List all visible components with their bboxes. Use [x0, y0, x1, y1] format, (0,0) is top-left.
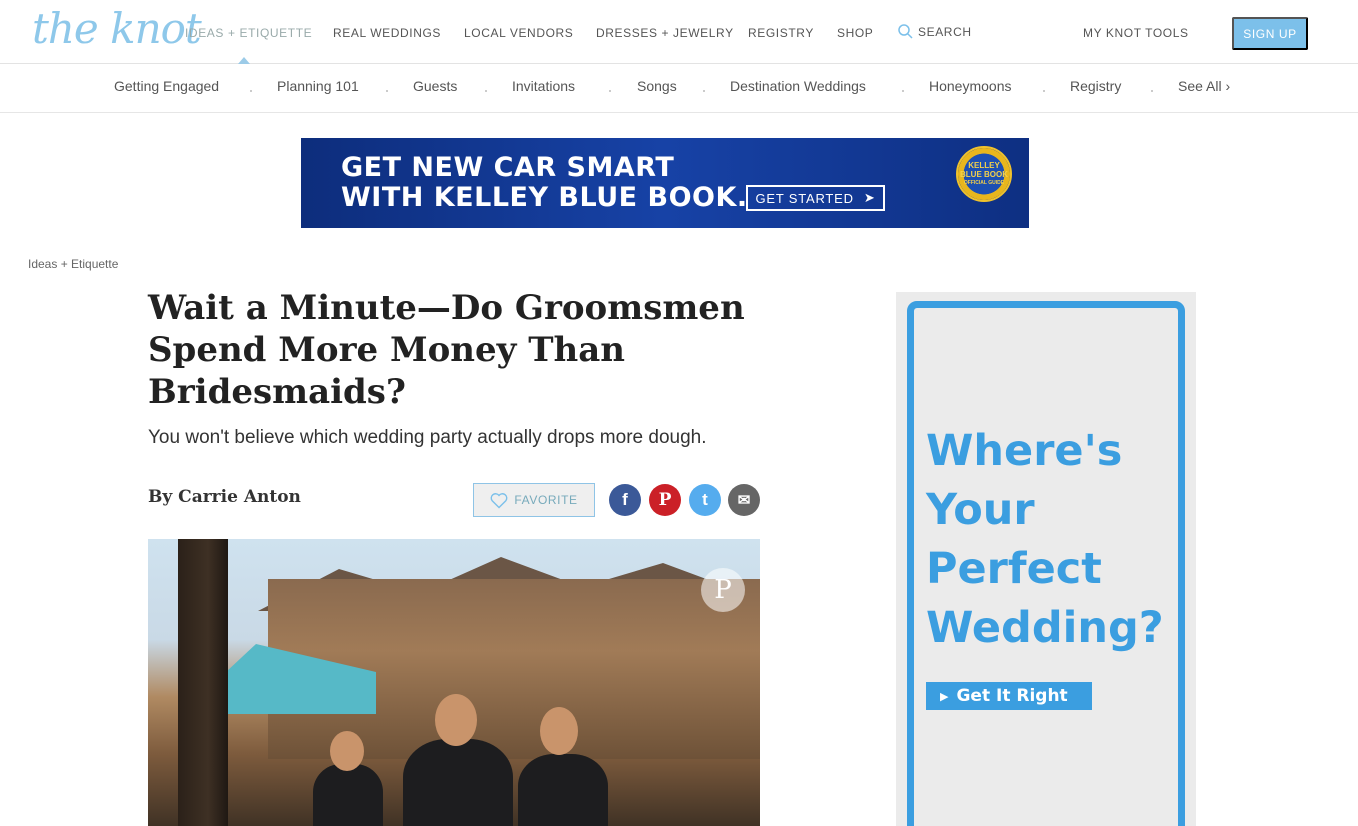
separator-dot — [386, 90, 388, 92]
get-it-right-button[interactable]: ▶ Get It Right — [926, 682, 1092, 710]
facebook-icon: f — [622, 490, 628, 509]
nav-shop[interactable]: SHOP — [837, 26, 873, 40]
pinterest-pin-icon: P — [714, 575, 732, 605]
wooden-post — [178, 539, 228, 826]
nav-real-weddings[interactable]: REAL WEDDINGS — [333, 26, 441, 40]
separator-dot — [609, 90, 611, 92]
twitter-share-button[interactable]: t — [689, 484, 721, 516]
ad-headline-line: Your — [926, 485, 1035, 535]
pinterest-icon: P — [658, 490, 672, 510]
ad-headline-line2: WITH KELLEY BLUE BOOK. — [341, 182, 748, 213]
favorite-label: FAVORITE — [514, 493, 578, 507]
subnav-see-all[interactable]: See All › — [1178, 78, 1230, 94]
ad-get-started-button[interactable]: GET STARTED ➤ — [746, 185, 885, 211]
kelley-blue-book-ad[interactable]: GET NEW CAR SMART WITH KELLEY BLUE BOOK.… — [301, 138, 1029, 228]
groomsman-left — [313, 764, 383, 826]
subnav-destination-weddings[interactable]: Destination Weddings — [730, 78, 866, 94]
badge-mid-text: BLUE BOOK — [960, 169, 1008, 179]
pinterest-share-button[interactable]: P — [649, 484, 681, 516]
groomsman-right-face — [540, 707, 578, 755]
groomsman-right — [518, 754, 608, 826]
separator-dot — [902, 90, 904, 92]
ad-button-label: GET STARTED — [755, 190, 854, 206]
article-hero-image: P — [148, 539, 760, 826]
subnav-guests[interactable]: Guests — [413, 78, 457, 94]
nav-dresses-jewelry[interactable]: DRESSES + JEWELRY — [596, 26, 734, 40]
favorite-button[interactable]: FAVORITE — [473, 483, 595, 517]
search-button[interactable]: SEARCH — [898, 24, 972, 39]
article-byline: By Carrie Anton — [148, 487, 301, 507]
kbb-logo-badge: KELLEY BLUE BOOK OFFICIAL GUIDE — [956, 146, 1012, 202]
separator-dot — [485, 90, 487, 92]
nav-registry[interactable]: REGISTRY — [748, 26, 814, 40]
groom-center-face — [435, 694, 477, 746]
badge-bottom-text: OFFICIAL GUIDE — [963, 179, 1005, 186]
subnav-getting-engaged[interactable]: Getting Engaged — [114, 78, 219, 94]
top-navigation: the knot IDEAS + ETIQUETTE REAL WEDDINGS… — [0, 0, 1358, 64]
ad-headline-line: Where's — [926, 426, 1123, 476]
my-knot-tools-link[interactable]: MY KNOT TOOLS — [1083, 26, 1189, 40]
facebook-share-button[interactable]: f — [609, 484, 641, 516]
sub-navigation: Getting Engaged Planning 101 Guests Invi… — [0, 64, 1358, 113]
arrow-right-icon: ➤ — [863, 190, 876, 205]
groom-center — [403, 739, 513, 826]
pin-it-button[interactable]: P — [701, 568, 745, 612]
nav-ideas-etiquette[interactable]: IDEAS + ETIQUETTE — [185, 26, 312, 40]
separator-dot — [250, 90, 252, 92]
article-title: Wait a Minute—Do Groomsmen Spend More Mo… — [148, 288, 745, 412]
search-label: SEARCH — [918, 24, 972, 39]
groomsman-left-face — [330, 731, 364, 771]
get-it-right-label: Get It Right — [956, 686, 1068, 706]
separator-dot — [1151, 90, 1153, 92]
play-triangle-icon: ▶ — [940, 689, 949, 703]
article-subtitle: You won't believe which wedding party ac… — [148, 427, 707, 448]
nav-local-vendors[interactable]: LOCAL VENDORS — [464, 26, 573, 40]
twitter-icon: t — [702, 490, 708, 509]
subnav-invitations[interactable]: Invitations — [512, 78, 575, 94]
breadcrumb[interactable]: Ideas + Etiquette — [28, 257, 118, 271]
search-icon — [898, 24, 913, 39]
subnav-songs[interactable]: Songs — [637, 78, 677, 94]
perfect-wedding-ad[interactable]: Where's Your Perfect Wedding? ▶ Get It R… — [896, 292, 1196, 826]
active-nav-indicator — [238, 57, 250, 64]
badge-top-text: KELLEY — [968, 160, 1000, 170]
separator-dot — [1043, 90, 1045, 92]
subnav-honeymoons[interactable]: Honeymoons — [929, 78, 1012, 94]
subnav-registry[interactable]: Registry — [1070, 78, 1121, 94]
ad-headline: Where's Your Perfect Wedding? — [926, 422, 1186, 658]
ad-headline-line1: GET NEW CAR SMART — [341, 152, 675, 183]
the-knot-logo[interactable]: the knot — [32, 4, 202, 53]
email-icon: ✉ — [737, 492, 751, 509]
email-share-button[interactable]: ✉ — [728, 484, 760, 516]
subnav-planning-101[interactable]: Planning 101 — [277, 78, 359, 94]
heart-icon — [490, 492, 508, 508]
sign-up-button[interactable]: SIGN UP — [1232, 17, 1308, 50]
ad-headline-line: Perfect — [926, 544, 1102, 594]
separator-dot — [703, 90, 705, 92]
ad-headline-line: Wedding? — [926, 603, 1164, 653]
